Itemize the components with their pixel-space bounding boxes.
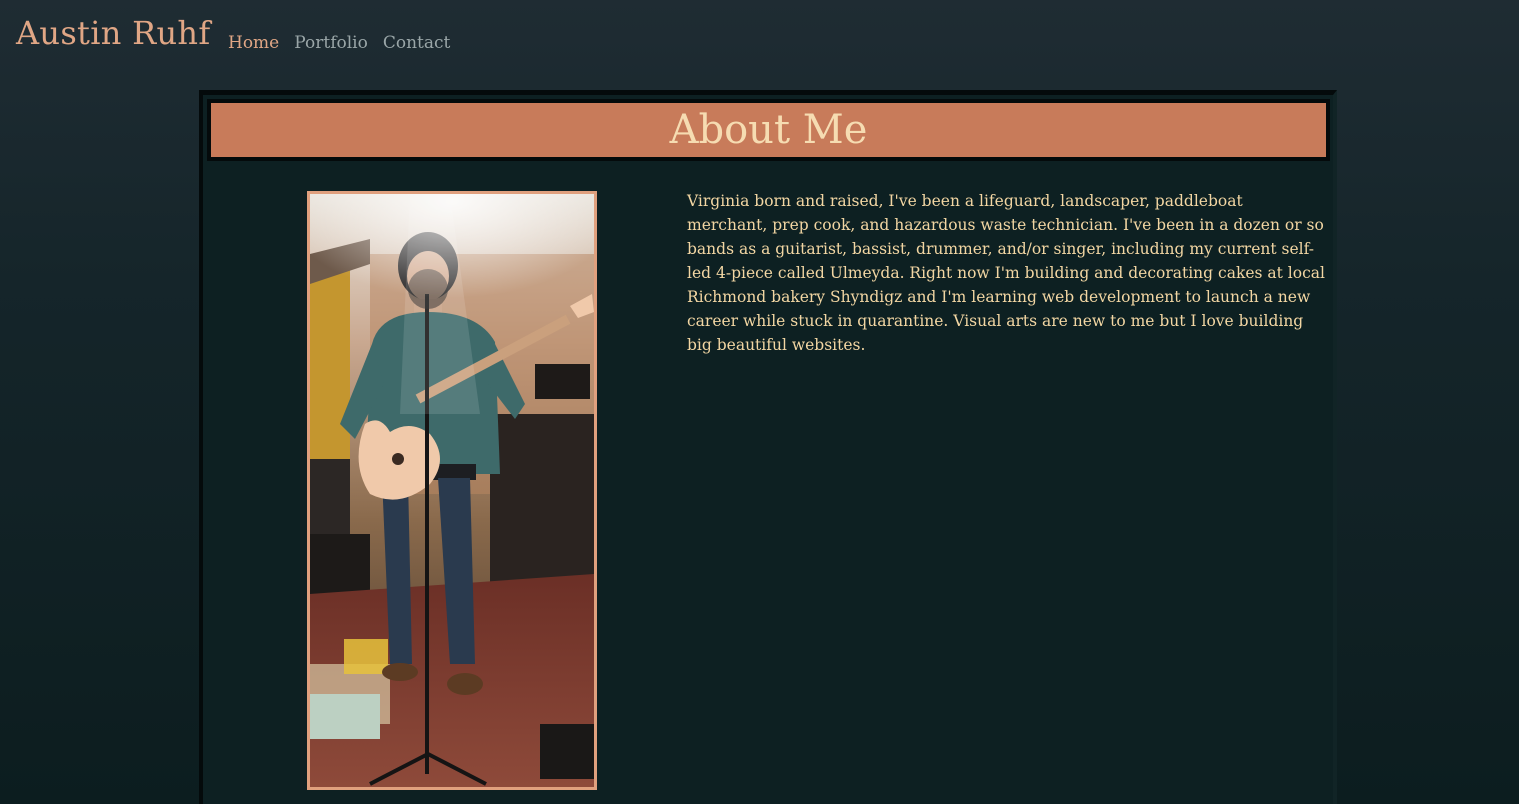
about-bio: Virginia born and raised, I've been a li… — [687, 192, 1325, 354]
site-header: Austin Ruhf Home Portfolio Contact — [0, 0, 1519, 80]
nav-portfolio-link[interactable]: Portfolio — [294, 33, 368, 53]
about-title: About Me — [669, 107, 868, 153]
profile-photo-illustration — [310, 194, 594, 787]
about-banner: About Me — [207, 99, 1330, 161]
profile-photo — [307, 191, 597, 790]
about-panel: About Me Virginia born and raised, I've … — [199, 90, 1337, 804]
main-nav: Home Portfolio Contact — [228, 33, 450, 53]
nav-contact-link[interactable]: Contact — [383, 33, 451, 53]
site-brand[interactable]: Austin Ruhf — [16, 14, 210, 52]
nav-home-link[interactable]: Home — [228, 33, 279, 53]
